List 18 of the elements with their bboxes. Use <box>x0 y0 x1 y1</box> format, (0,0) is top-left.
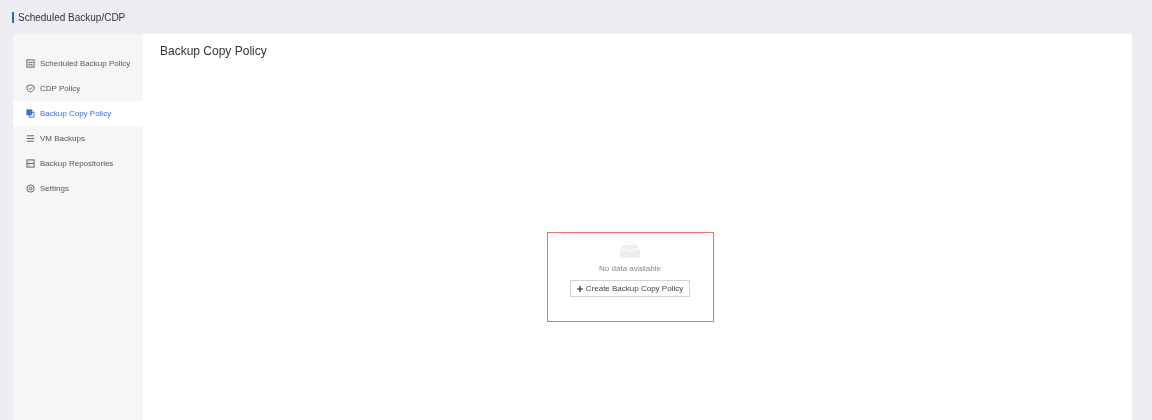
storage-icon <box>26 159 35 168</box>
empty-inbox-icon <box>617 241 643 259</box>
sidebar-item[interactable]: Backup Repositories <box>13 151 143 176</box>
page-title: Scheduled Backup/CDP <box>12 11 126 23</box>
sidebar-item[interactable]: Backup Copy Policy <box>13 101 143 126</box>
calendar-icon <box>26 59 35 68</box>
sidebar-item[interactable]: Settings <box>13 176 143 201</box>
sidebar-item[interactable]: CDP Policy <box>13 76 143 101</box>
list-icon <box>26 134 35 143</box>
sidebar-item[interactable]: Scheduled Backup Policy <box>13 51 143 76</box>
sidebar-item[interactable]: VM Backups <box>13 126 143 151</box>
shield-icon <box>26 84 35 93</box>
empty-message: No data available <box>599 264 661 273</box>
settings-icon <box>26 184 35 193</box>
plus-icon <box>576 285 583 292</box>
section-title: Backup Copy Policy <box>160 44 268 58</box>
copy-icon <box>26 109 35 118</box>
create-policy-button[interactable]: Create Backup Copy Policy <box>569 280 691 297</box>
